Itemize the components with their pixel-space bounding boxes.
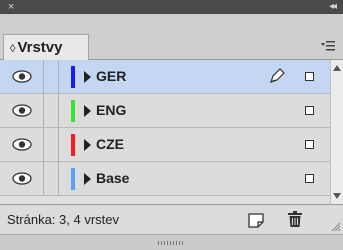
- eye-icon: [12, 138, 32, 151]
- scrollbar[interactable]: [330, 60, 343, 204]
- scroll-down-arrow-icon[interactable]: [333, 193, 341, 199]
- panel-titlebar: × ◂◂: [0, 0, 343, 14]
- layer-color-swatch: [71, 66, 75, 88]
- scroll-up-arrow-icon[interactable]: [333, 65, 341, 71]
- tab-row: ◊ Vrstvy: [0, 14, 343, 60]
- selection-square[interactable]: [305, 140, 314, 149]
- layer-color-swatch: [71, 168, 75, 190]
- pen-icon: [270, 68, 285, 83]
- panel-footer: Stránka: 3, 4 vrstev: [0, 204, 343, 234]
- layer-name[interactable]: CZE: [96, 128, 124, 161]
- lock-toggle[interactable]: [44, 94, 59, 127]
- selection-square[interactable]: [305, 174, 314, 183]
- panel-menu-icon[interactable]: [321, 40, 335, 54]
- selection-square[interactable]: [305, 106, 314, 115]
- eye-icon: [12, 104, 32, 117]
- expand-triangle-icon[interactable]: [84, 173, 91, 185]
- tab-layers[interactable]: ◊ Vrstvy: [3, 34, 89, 60]
- lock-toggle[interactable]: [44, 162, 59, 195]
- visibility-toggle[interactable]: [0, 60, 44, 93]
- visibility-toggle[interactable]: [0, 162, 44, 195]
- layer-color-swatch: [71, 134, 75, 156]
- drag-handle[interactable]: [158, 241, 184, 245]
- panel-bottom-bar: [0, 234, 343, 250]
- selection-square[interactable]: [305, 72, 314, 81]
- lock-toggle[interactable]: [44, 128, 59, 161]
- collapse-icon[interactable]: ◂◂: [329, 0, 337, 14]
- close-icon[interactable]: ×: [8, 0, 14, 14]
- layer-row[interactable]: GER: [0, 60, 330, 94]
- layers-panel: × ◂◂ ◊ Vrstvy GER ENG CZE Base Stránka: …: [0, 0, 343, 250]
- layer-name[interactable]: GER: [96, 60, 126, 93]
- eye-icon: [12, 70, 32, 83]
- layer-name[interactable]: ENG: [96, 94, 126, 127]
- tab-title: Vrstvy: [17, 39, 63, 56]
- expand-triangle-icon[interactable]: [84, 71, 91, 83]
- layer-color-swatch: [71, 100, 75, 122]
- new-layer-icon[interactable]: [248, 213, 264, 228]
- lock-toggle[interactable]: [44, 60, 59, 93]
- tab-arrows-icon: ◊: [10, 43, 16, 55]
- resize-grip-icon[interactable]: [331, 222, 341, 232]
- status-text: Stránka: 3, 4 vrstev: [7, 212, 119, 227]
- eye-icon: [12, 172, 32, 185]
- expand-triangle-icon[interactable]: [84, 139, 91, 151]
- layer-row[interactable]: CZE: [0, 128, 330, 162]
- layer-name[interactable]: Base: [96, 162, 129, 195]
- visibility-toggle[interactable]: [0, 128, 44, 161]
- expand-triangle-icon[interactable]: [84, 105, 91, 117]
- visibility-toggle[interactable]: [0, 94, 44, 127]
- layer-row[interactable]: ENG: [0, 94, 330, 128]
- layer-row[interactable]: Base: [0, 162, 330, 196]
- trash-icon[interactable]: [287, 211, 303, 228]
- layer-list: GER ENG CZE Base: [0, 60, 330, 204]
